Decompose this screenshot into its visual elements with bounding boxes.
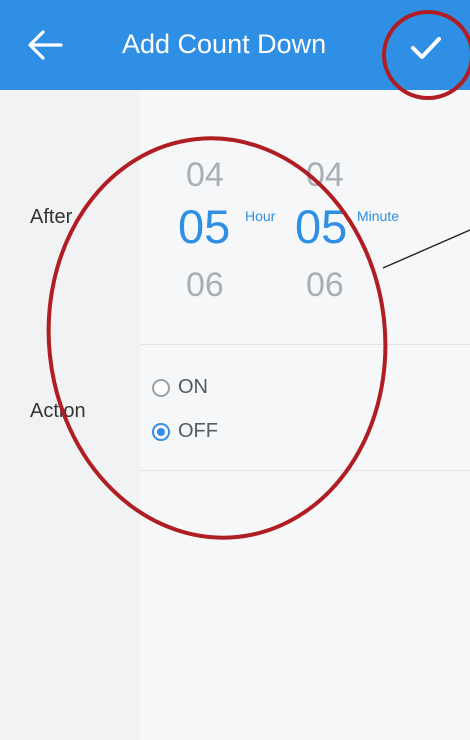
section-divider-bottom bbox=[140, 470, 470, 471]
hour-unit-label: Hour bbox=[245, 208, 276, 224]
checkmark-icon bbox=[411, 37, 441, 59]
page-title: Add Count Down bbox=[122, 29, 327, 59]
section-divider bbox=[140, 344, 470, 345]
hour-selected-value[interactable]: 05 bbox=[178, 203, 230, 250]
radio-off-label[interactable]: OFF bbox=[178, 420, 218, 443]
radio-on-label[interactable]: ON bbox=[178, 376, 208, 399]
annotation-pointer-line bbox=[382, 229, 470, 269]
hour-previous-value[interactable]: 04 bbox=[186, 158, 224, 192]
minute-previous-value[interactable]: 04 bbox=[306, 158, 344, 192]
back-button[interactable] bbox=[18, 18, 72, 72]
radio-option-off[interactable]: OFF bbox=[152, 420, 218, 443]
radio-option-on[interactable]: ON bbox=[152, 376, 208, 399]
top-app-bar: Add Count Down bbox=[0, 0, 470, 90]
minute-next-value[interactable]: 06 bbox=[306, 268, 344, 302]
after-label: After bbox=[30, 206, 73, 228]
action-label: Action bbox=[30, 400, 86, 422]
minute-unit-label: Minute bbox=[357, 208, 400, 224]
confirm-button[interactable] bbox=[396, 18, 456, 78]
arrow-left-icon bbox=[28, 30, 63, 60]
hour-next-value[interactable]: 06 bbox=[186, 268, 224, 302]
radio-off[interactable] bbox=[152, 422, 170, 441]
radio-on[interactable] bbox=[152, 378, 170, 397]
minute-selected-value[interactable]: 05 bbox=[295, 203, 347, 250]
